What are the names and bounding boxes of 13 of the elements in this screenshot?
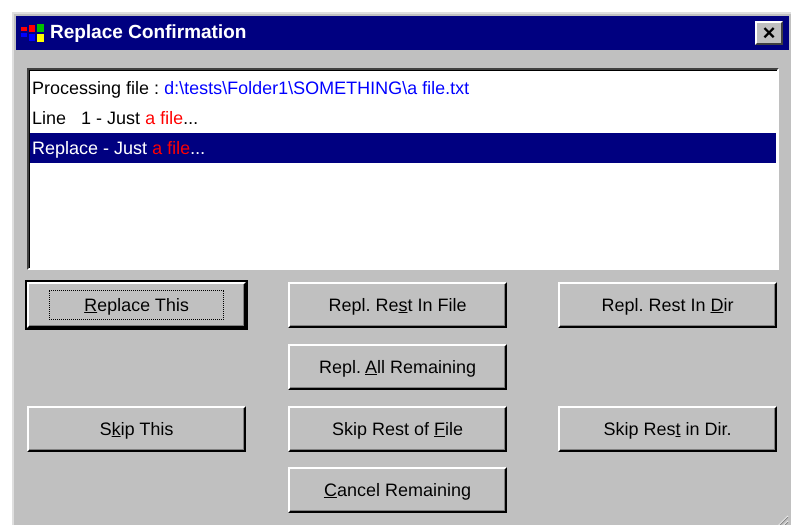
close-button[interactable]: × [755, 21, 783, 45]
action-button[interactable]: Repl. Rest In File [288, 282, 507, 328]
action-button[interactable]: Repl. Rest In Dir [558, 282, 777, 328]
action-button[interactable]: Repl. All Remaining [288, 344, 507, 390]
log-line[interactable]: Line 1 - Just a file... [30, 103, 776, 133]
log-line[interactable]: Processing file : d:\tests\Folder1\SOMETHING\a file.txt [30, 73, 776, 103]
window-title: Replace Confirmation [50, 20, 246, 45]
app-window-icon [20, 22, 46, 44]
action-button[interactable]: Skip Rest in Dir. [558, 406, 777, 452]
action-button[interactable]: Skip This [27, 406, 246, 452]
action-button[interactable]: Cancel Remaining [288, 467, 507, 513]
action-button[interactable]: Skip Rest of File [288, 406, 507, 452]
action-button[interactable]: Replace This [27, 282, 246, 328]
